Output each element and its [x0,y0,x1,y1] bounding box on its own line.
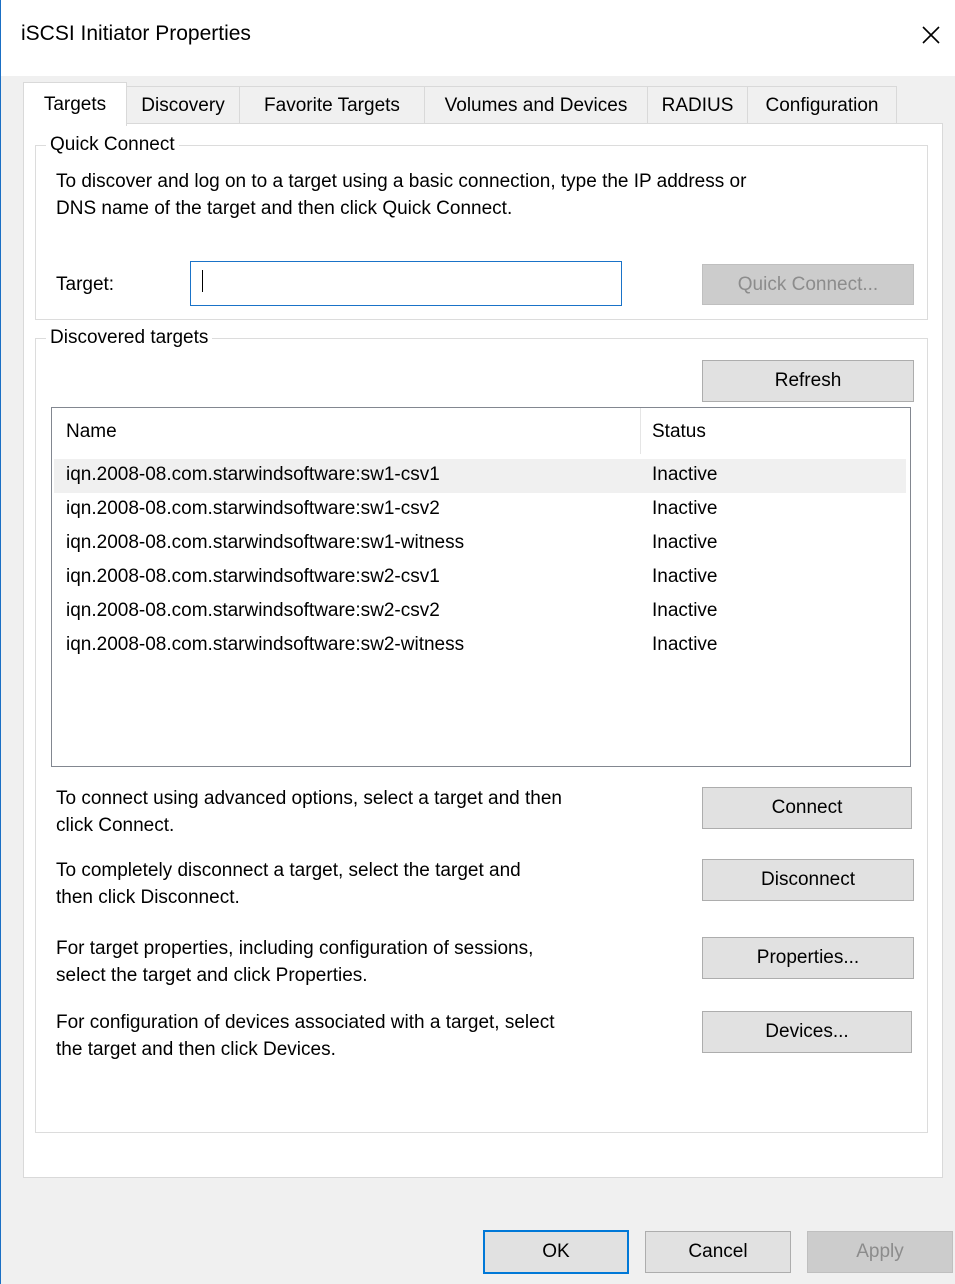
tab-favorite-targets[interactable]: Favorite Targets [239,86,425,124]
quick-connect-group: Quick Connect To discover and log on to … [35,133,928,320]
tab-volumes-and-devices[interactable]: Volumes and Devices [424,86,648,124]
discovered-targets-legend: Discovered targets [46,326,213,350]
table-row[interactable]: iqn.2008-08.com.starwindsoftware:sw1-wit… [54,527,906,561]
table-row[interactable]: iqn.2008-08.com.starwindsoftware:sw1-csv… [54,493,906,527]
close-icon [922,26,940,44]
target-status: Inactive [652,600,718,621]
tab-targets[interactable]: Targets [23,82,127,126]
cancel-button[interactable]: Cancel [645,1231,791,1273]
text-caret [202,270,203,292]
target-status: Inactive [652,498,718,519]
target-name: iqn.2008-08.com.starwindsoftware:sw2-csv… [66,600,440,621]
target-name: iqn.2008-08.com.starwindsoftware:sw1-wit… [66,532,465,553]
tab-configuration[interactable]: Configuration [747,86,897,124]
close-button[interactable] [906,0,955,70]
devices-instructions: For configuration of devices associated … [56,1012,555,1060]
target-name: iqn.2008-08.com.starwindsoftware:sw1-csv… [66,498,440,519]
dialog-window: iSCSI Initiator Properties Targets Disco… [0,0,955,1284]
table-row[interactable]: iqn.2008-08.com.starwindsoftware:sw2-wit… [54,629,906,663]
target-name: iqn.2008-08.com.starwindsoftware:sw2-wit… [66,634,465,655]
target-status: Inactive [652,634,718,655]
title-bar: iSCSI Initiator Properties [1,0,955,76]
target-input[interactable] [190,261,622,306]
discovered-targets-group: Discovered targets Refresh Name Status i… [35,326,928,1133]
tab-radius[interactable]: RADIUS [647,86,748,124]
connect-instructions: To connect using advanced options, selec… [56,788,562,836]
connect-button[interactable]: Connect [702,787,912,829]
table-row[interactable]: iqn.2008-08.com.starwindsoftware:sw1-csv… [54,459,906,493]
quick-connect-legend: Quick Connect [46,133,179,157]
disconnect-button[interactable]: Disconnect [702,859,914,901]
quick-connect-instructions: To discover and log on to a target using… [56,171,747,219]
devices-button[interactable]: Devices... [702,1011,912,1053]
column-header-name[interactable]: Name [66,421,117,443]
refresh-button[interactable]: Refresh [702,360,914,402]
table-row[interactable]: iqn.2008-08.com.starwindsoftware:sw2-csv… [54,561,906,595]
targets-tab-panel: Quick Connect To discover and log on to … [23,123,943,1178]
properties-button[interactable]: Properties... [702,937,914,979]
list-header: Name Status [52,408,910,454]
tab-discovery[interactable]: Discovery [126,86,240,124]
table-row[interactable]: iqn.2008-08.com.starwindsoftware:sw2-csv… [54,595,906,629]
column-divider[interactable] [640,408,641,454]
target-name: iqn.2008-08.com.starwindsoftware:sw2-csv… [66,566,440,587]
target-status: Inactive [652,566,718,587]
target-name: iqn.2008-08.com.starwindsoftware:sw1-csv… [66,464,440,485]
target-status: Inactive [652,464,718,485]
disconnect-instructions: To completely disconnect a target, selec… [56,860,521,908]
column-header-status[interactable]: Status [652,421,706,443]
window-title: iSCSI Initiator Properties [21,22,251,45]
properties-instructions: For target properties, including configu… [56,938,534,986]
apply-button[interactable]: Apply [807,1231,953,1273]
targets-list[interactable]: Name Status iqn.2008-08.com.starwindsoft… [51,407,911,767]
target-status: Inactive [652,532,718,553]
ok-button[interactable]: OK [483,1230,629,1274]
quick-connect-button[interactable]: Quick Connect... [702,264,914,305]
target-label: Target: [56,274,115,295]
